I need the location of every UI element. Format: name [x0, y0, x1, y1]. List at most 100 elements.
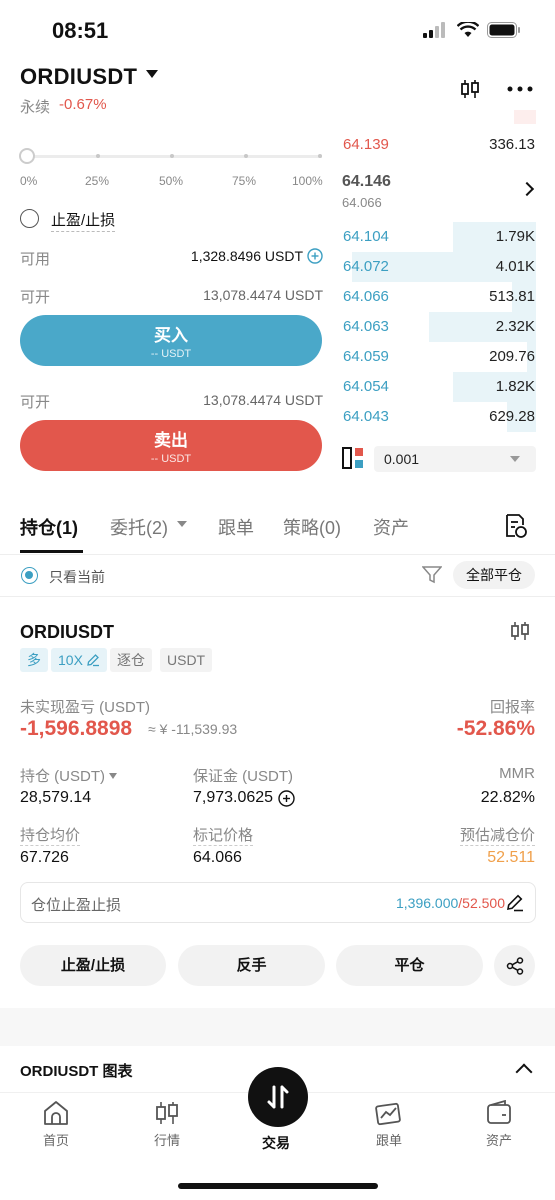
nav-copy[interactable]: 跟单	[349, 1100, 429, 1149]
only-current-label[interactable]: 只看当前	[49, 567, 105, 587]
bid-price: 64.066	[343, 288, 389, 305]
tab-assets[interactable]: 资产	[373, 514, 409, 540]
divider	[0, 596, 555, 597]
bid-row[interactable]: 64.059 209.76	[342, 342, 536, 372]
mark-price-label[interactable]: 标记价格	[193, 824, 254, 846]
bid-price: 64.043	[343, 408, 389, 425]
margin-row: 7,973.0625	[193, 789, 295, 807]
chevron-down-icon[interactable]	[510, 456, 520, 462]
wifi-icon	[457, 22, 479, 37]
unrealized-pnl-label: 未实现盈亏 (USDT)	[20, 699, 150, 716]
pair-dropdown-icon[interactable]	[146, 70, 158, 78]
leverage-tag[interactable]: 10X	[51, 648, 107, 672]
open-buy-label: 可开	[20, 289, 51, 306]
more-icon[interactable]	[507, 86, 533, 92]
nav-home[interactable]: 首页	[16, 1100, 96, 1149]
nav-market[interactable]: 行情	[127, 1100, 207, 1149]
nav-trade[interactable]	[248, 1067, 308, 1127]
entry-price-label[interactable]: 持仓均价	[20, 824, 81, 846]
liq-price-value: 52.511	[487, 849, 535, 866]
swap-arrows-icon	[267, 1085, 289, 1109]
size-label-row[interactable]: 持仓 (USDT)	[20, 765, 117, 786]
tab-copy[interactable]: 跟单	[218, 514, 254, 540]
unrealized-pnl-value: -1,596.8898	[20, 717, 133, 740]
bid-size: 4.01K	[495, 258, 535, 275]
roe-value: -52.86%	[456, 717, 535, 740]
price-change: -0.67%	[59, 96, 107, 113]
leverage-value: 10X	[58, 652, 83, 668]
mark-price: 64.066	[342, 195, 382, 210]
depth-view-toggle[interactable]	[342, 447, 364, 474]
open-sell-value: 13,078.4474 USDT	[203, 392, 323, 408]
candlestick-icon	[156, 1102, 178, 1124]
wallet-icon	[487, 1100, 511, 1124]
position-chart-icon[interactable]	[509, 620, 531, 647]
share-button[interactable]	[494, 945, 535, 986]
tp-value: 1,396.000	[395, 895, 459, 911]
reverse-button[interactable]: 反手	[178, 945, 325, 986]
nav-trade-label[interactable]: 交易	[262, 1133, 290, 1153]
bid-size: 1.79K	[495, 228, 535, 245]
tab-positions[interactable]: 持仓(1)	[20, 514, 78, 540]
ask-row-clipped	[342, 110, 536, 124]
tab-strategy[interactable]: 策略(0)	[283, 514, 341, 540]
sell-button-sub: -- USDT	[150, 453, 192, 465]
candlestick-chart-icon[interactable]	[459, 78, 481, 100]
entry-price-value: 67.726	[20, 849, 69, 866]
bid-row[interactable]: 64.104 1.79K	[342, 222, 536, 252]
side-tag: 多	[20, 648, 48, 672]
bid-price: 64.072	[343, 258, 389, 275]
last-price: 64.146	[342, 173, 391, 190]
add-funds-icon[interactable]	[307, 248, 323, 264]
bid-row[interactable]: 64.072 4.01K	[342, 252, 536, 282]
tab-orders-caret-icon[interactable]	[177, 521, 187, 527]
tpsl-button[interactable]: 止盈/止损	[20, 945, 166, 986]
nav-assets[interactable]: 资产	[459, 1100, 539, 1149]
amount-slider-track[interactable]	[26, 155, 322, 158]
position-symbol[interactable]: ORDIUSDT	[20, 622, 114, 643]
close-all-button[interactable]: 全部平仓	[453, 561, 535, 589]
filter-icon[interactable]	[421, 566, 443, 589]
tp-sl-checkbox[interactable]	[20, 209, 39, 228]
edit-icon[interactable]	[86, 653, 100, 667]
add-margin-icon[interactable]	[278, 789, 295, 807]
slider-label-25[interactable]: 25%	[85, 174, 109, 188]
available-label: 可用	[20, 251, 51, 268]
depth-layout-icon[interactable]	[342, 447, 364, 469]
slider-label-100[interactable]: 100%	[292, 174, 323, 188]
slider-label-50[interactable]: 50%	[159, 174, 183, 188]
close-position-button[interactable]: 平仓	[336, 945, 483, 986]
edit-tpsl-icon[interactable]	[505, 893, 525, 918]
open-buy-value: 13,078.4474 USDT	[203, 287, 323, 303]
tp-sl-label[interactable]: 止盈/止损	[51, 209, 116, 232]
unrealized-pnl-cny: ≈ ¥ -11,539.93	[148, 721, 238, 737]
bid-row[interactable]: 64.066 513.81	[342, 282, 536, 312]
margin-mode-tag: 逐仓	[110, 648, 152, 672]
bid-row[interactable]: 64.063 2.32K	[342, 312, 536, 342]
bid-size: 1.82K	[495, 378, 535, 395]
ask-size: 336.13	[489, 136, 535, 153]
order-history-icon[interactable]	[503, 513, 529, 544]
liq-price-label[interactable]: 预估减仓价	[459, 824, 535, 846]
ask-row[interactable]: 64.139 336.13	[342, 130, 536, 160]
size-unit-caret-icon[interactable]	[109, 772, 117, 779]
chevron-right-icon[interactable]	[519, 181, 535, 197]
slider-label-0[interactable]: 0%	[20, 174, 37, 188]
chevron-up-icon[interactable]	[515, 1063, 533, 1081]
buy-button[interactable]: 买入 -- USDT	[20, 315, 322, 366]
pair-title[interactable]: ORDIUSDT	[20, 64, 137, 90]
only-current-radio[interactable]	[21, 567, 38, 584]
sell-button[interactable]: 卖出 -- USDT	[20, 420, 322, 471]
mmr-label: MMR	[499, 765, 535, 782]
bid-price: 64.104	[343, 228, 389, 245]
slider-label-75[interactable]: 75%	[232, 174, 256, 188]
mmr-value: 22.82%	[480, 789, 535, 806]
margin-label: 保证金 (USDT)	[193, 768, 293, 785]
tab-orders[interactable]: 委托(2)	[110, 514, 168, 540]
contract-type: 永续	[20, 99, 51, 116]
chart-section-title[interactable]: ORDIUSDT 图表	[20, 1060, 133, 1081]
amount-slider-knob[interactable]	[19, 148, 35, 164]
bid-row[interactable]: 64.043 629.28	[342, 402, 536, 432]
bid-row[interactable]: 64.054 1.82K	[342, 372, 536, 402]
position-tpsl-label: 仓位止盈止损	[31, 897, 122, 914]
